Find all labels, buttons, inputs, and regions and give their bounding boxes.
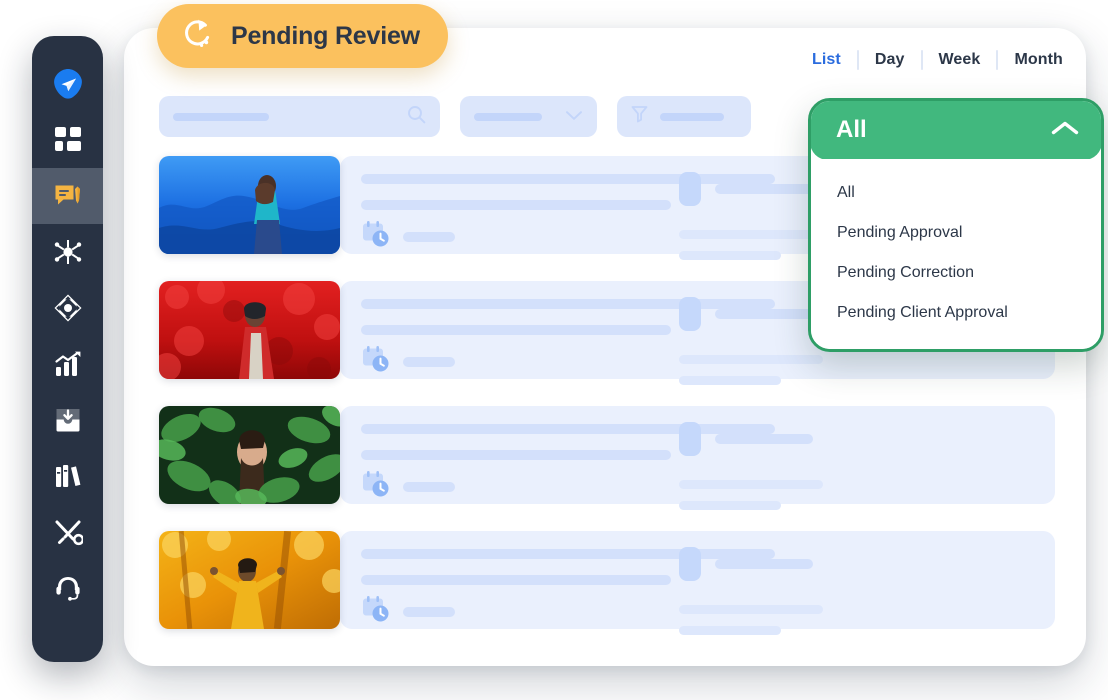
- sidebar-item-library[interactable]: [32, 448, 103, 504]
- dropdown-option-pending-correction[interactable]: Pending Correction: [811, 253, 1101, 293]
- row-date-skeleton: [403, 356, 455, 367]
- list-item[interactable]: [159, 406, 1055, 510]
- sidebar-item-workflow[interactable]: [32, 224, 103, 280]
- avatar: [679, 172, 701, 206]
- status-badge-label: Pending Review: [231, 21, 420, 50]
- screen: List Day Week Month Pending Review All A…: [0, 0, 1108, 700]
- row-subtitle-skeleton: [361, 200, 671, 210]
- row-thumbnail: [159, 281, 340, 379]
- network-share-icon: [53, 237, 83, 267]
- search-placeholder: [173, 112, 269, 121]
- search-icon: [407, 105, 426, 129]
- sidebar: [32, 36, 103, 662]
- funnel-icon: [631, 105, 648, 128]
- send-icon: [51, 67, 85, 101]
- row-subtitle-skeleton: [361, 325, 671, 335]
- dashboard-grid-icon: [54, 126, 82, 154]
- row-meta-line-2: [679, 626, 781, 635]
- filter-toolbar: [159, 96, 751, 137]
- sidebar-item-analytics[interactable]: [32, 336, 103, 392]
- row-thumbnail: [159, 406, 340, 504]
- sidebar-item-discover[interactable]: [32, 280, 103, 336]
- row-meta-line-1: [679, 605, 823, 614]
- row-meta-line-2: [679, 376, 781, 385]
- support-headset-icon: [53, 573, 83, 603]
- calendar-clock-icon: [361, 595, 391, 628]
- avatar: [679, 547, 701, 581]
- select-value: [474, 112, 542, 121]
- tab-list[interactable]: List: [796, 49, 857, 71]
- avatar: [679, 297, 701, 331]
- filter-button[interactable]: [617, 96, 751, 137]
- row-date: [361, 220, 455, 253]
- status-dropdown-menu: All Pending Approval Pending Correction …: [811, 159, 1101, 349]
- row-meta-line-1: [679, 230, 823, 239]
- dropdown-option-pending-client-approval[interactable]: Pending Client Approval: [811, 293, 1101, 333]
- search-input[interactable]: [159, 96, 440, 137]
- chat-edit-icon: [53, 181, 83, 211]
- sidebar-item-inbox[interactable]: [32, 392, 103, 448]
- row-date-skeleton: [403, 481, 455, 492]
- analytics-chart-icon: [53, 349, 83, 379]
- row-meta-line-2: [679, 501, 781, 510]
- chevron-up-icon: [1050, 119, 1080, 142]
- row-owner-skeleton: [715, 434, 813, 444]
- dropdown-option-all[interactable]: All: [811, 173, 1101, 213]
- row-owner-skeleton: [715, 184, 813, 194]
- status-dropdown-value: All: [836, 116, 867, 143]
- row-owner-skeleton: [715, 309, 813, 319]
- row-thumbnail: [159, 531, 340, 629]
- row-meta-line-2: [679, 251, 781, 260]
- tab-month[interactable]: Month: [998, 49, 1078, 71]
- chevron-down-icon: [565, 108, 583, 126]
- row-date-skeleton: [403, 606, 455, 617]
- row-meta: [679, 547, 869, 635]
- row-date-skeleton: [403, 231, 455, 242]
- status-badge: Pending Review: [157, 4, 448, 68]
- status-select[interactable]: [460, 96, 597, 137]
- avatar: [679, 422, 701, 456]
- library-books-icon: [54, 462, 82, 490]
- row-meta: [679, 422, 869, 510]
- row-meta-line-1: [679, 480, 823, 489]
- sidebar-item-support[interactable]: [32, 560, 103, 616]
- view-tabs: List Day Week Month: [796, 49, 1079, 71]
- calendar-clock-icon: [361, 470, 391, 503]
- sidebar-item-reviews[interactable]: [32, 168, 103, 224]
- status-dropdown-toggle[interactable]: All: [811, 101, 1101, 160]
- row-date: [361, 470, 455, 503]
- sidebar-item-tools[interactable]: [32, 504, 103, 560]
- refresh-spinner-icon: [179, 15, 217, 58]
- dropdown-option-pending-approval[interactable]: Pending Approval: [811, 213, 1101, 253]
- inbox-download-icon: [54, 406, 82, 434]
- row-subtitle-skeleton: [361, 575, 671, 585]
- tab-day[interactable]: Day: [859, 49, 921, 71]
- calendar-clock-icon: [361, 345, 391, 378]
- row-date: [361, 345, 455, 378]
- row-date: [361, 595, 455, 628]
- status-dropdown: All All Pending Approval Pending Correct…: [808, 98, 1104, 352]
- sidebar-item-dashboard[interactable]: [32, 112, 103, 168]
- list-item[interactable]: [159, 531, 1055, 635]
- sidebar-item-send[interactable]: [32, 56, 103, 112]
- row-owner-skeleton: [715, 559, 813, 569]
- filter-label: [660, 112, 724, 121]
- compass-diamond-icon: [53, 293, 83, 323]
- tools-icon: [53, 517, 83, 547]
- row-meta-line-1: [679, 355, 823, 364]
- row-subtitle-skeleton: [361, 450, 671, 460]
- calendar-clock-icon: [361, 220, 391, 253]
- row-thumbnail: [159, 156, 340, 254]
- tab-week[interactable]: Week: [923, 49, 997, 71]
